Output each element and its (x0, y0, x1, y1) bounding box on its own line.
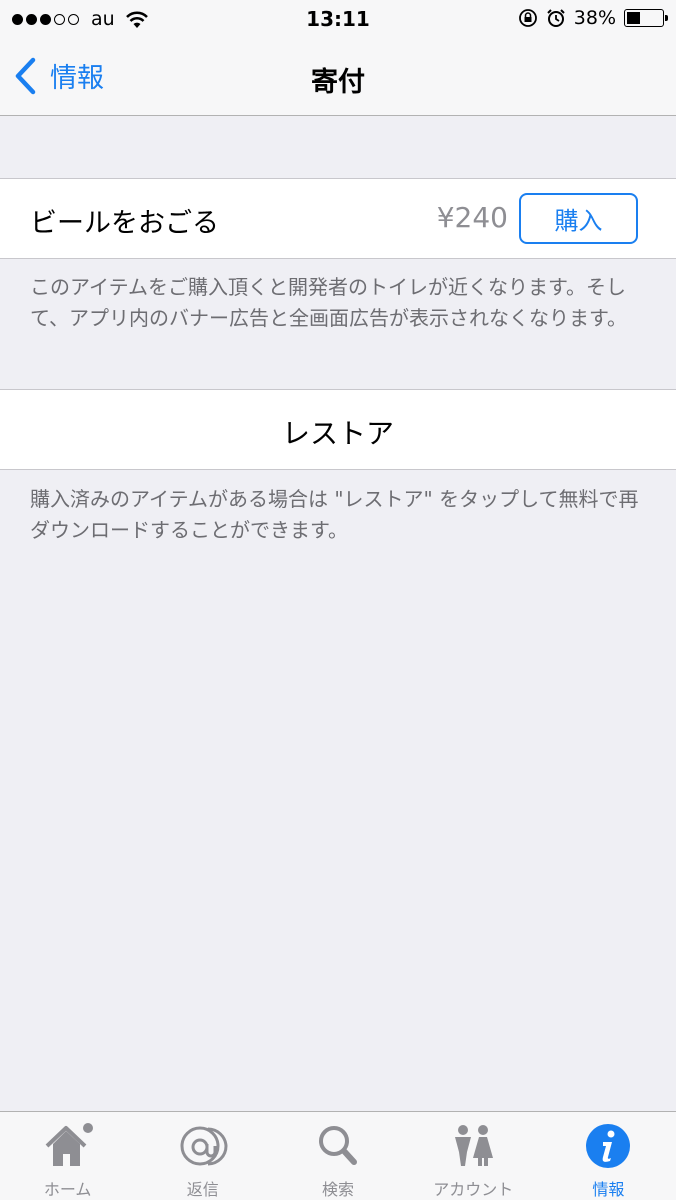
tab-replies[interactable]: 返信 (135, 1112, 270, 1200)
rotation-lock-icon (518, 9, 537, 27)
tab-home[interactable]: ホーム (0, 1112, 135, 1200)
battery-icon (624, 9, 668, 27)
people-icon (455, 1125, 494, 1166)
donation-item-price: ¥240 (436, 201, 508, 234)
tab-bar: ホーム 返信 検索 アカウント 情報 (0, 1111, 676, 1200)
page-title: 寄付 (311, 67, 365, 98)
status-right: 38% (518, 7, 668, 29)
restore-label: レストア (281, 417, 394, 450)
tab-label: 検索 (322, 1180, 355, 1199)
status-bar: au 13:11 38% (0, 0, 676, 38)
navigation-bar: 情報 寄付 (0, 38, 676, 116)
home-icon (45, 1123, 93, 1166)
tab-label: アカウント (433, 1180, 514, 1199)
battery-fill (627, 12, 640, 24)
restore-button[interactable]: レストア (0, 389, 676, 470)
tab-label: 返信 (186, 1180, 219, 1199)
at-icon (180, 1126, 228, 1166)
tab-account[interactable]: アカウント (406, 1112, 541, 1200)
donation-item-cell: ビールをおごる ¥240 購入 (0, 178, 676, 259)
info-icon (586, 1124, 631, 1168)
restore-footer-text: 購入済みのアイテムがある場合は "レストア" をタップして無料で再ダウンロードす… (30, 487, 639, 542)
battery-percent: 38% (573, 7, 616, 29)
donation-footer-text: このアイテムをご購入頂くと開発者のトイレが近くなります。そして、アプリ内のバナー… (30, 275, 627, 330)
tab-label: 情報 (592, 1180, 625, 1199)
tab-info[interactable]: 情報 (541, 1112, 676, 1200)
search-icon (319, 1126, 357, 1165)
donation-item-label: ビールをおごる (30, 208, 219, 239)
tab-label: ホーム (43, 1180, 92, 1199)
buy-button[interactable]: 購入 (519, 193, 638, 244)
tab-search[interactable]: 検索 (270, 1112, 405, 1200)
alarm-icon (547, 9, 565, 27)
